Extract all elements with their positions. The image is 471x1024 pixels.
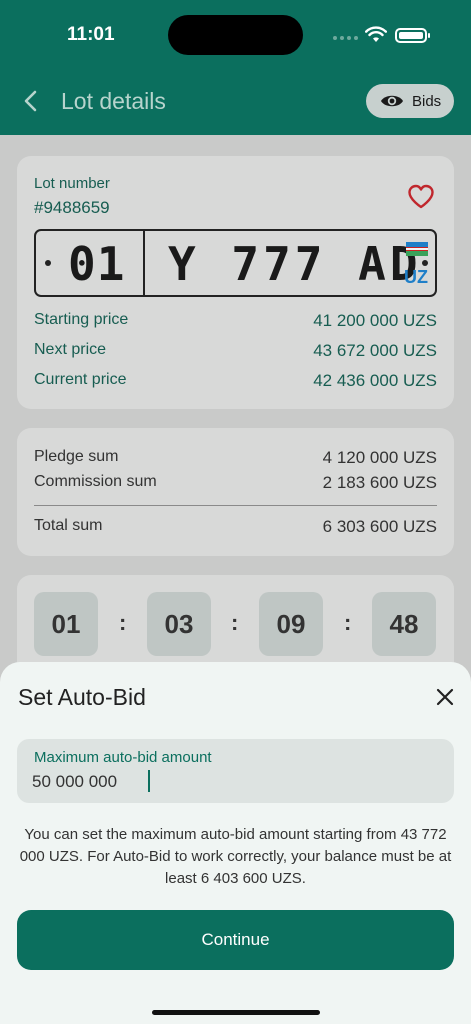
status-icons	[333, 26, 433, 46]
uzbekistan-flag-icon	[406, 242, 428, 256]
text-caret	[148, 770, 150, 792]
page-title: Lot details	[61, 88, 166, 114]
sum-label: Commission sum	[34, 473, 157, 490]
dynamic-island	[168, 15, 303, 55]
pledge-sum-row: Pledge sum 4 120 000 UZS	[34, 448, 437, 468]
sum-value: 2 183 600 UZS	[322, 473, 437, 492]
timer-hours: 03	[147, 592, 211, 656]
next-price-row: Next price 43 672 000 UZS	[34, 341, 437, 361]
sum-value: 4 120 000 UZS	[322, 448, 437, 467]
price-value: 42 436 000 UZS	[313, 371, 437, 390]
timer-days: 01	[34, 592, 98, 656]
divider	[34, 505, 437, 506]
timer-separator: :	[119, 610, 127, 635]
heart-icon[interactable]	[407, 184, 435, 210]
max-auto-bid-field[interactable]: Maximum auto-bid amount	[17, 739, 454, 803]
battery-icon	[395, 28, 430, 43]
plate-number: Y 777 AD	[168, 237, 422, 291]
sum-value: 6 303 600 UZS	[322, 517, 437, 536]
plate-dot	[45, 260, 51, 266]
bids-button[interactable]: Bids	[366, 84, 454, 118]
license-plate: 01 Y 777 AD UZ	[34, 229, 437, 297]
plate-divider	[143, 231, 145, 295]
signal-icon	[333, 36, 358, 40]
app-header: 11:01 Lot details Bids	[0, 0, 471, 135]
plate-dot	[422, 260, 428, 266]
status-time: 11:01	[67, 24, 115, 45]
current-price-row: Current price 42 436 000 UZS	[34, 371, 437, 391]
timer-minutes: 09	[259, 592, 323, 656]
sum-label: Pledge sum	[34, 448, 119, 465]
commission-sum-row: Commission sum 2 183 600 UZS	[34, 473, 437, 493]
timer-seconds: 48	[372, 592, 436, 656]
price-value: 43 672 000 UZS	[313, 341, 437, 360]
plate-region: 01	[68, 237, 126, 291]
continue-button[interactable]: Continue	[17, 910, 454, 970]
sum-label: Total sum	[34, 517, 103, 534]
max-auto-bid-input[interactable]	[32, 769, 432, 795]
chevron-left-icon	[24, 90, 37, 112]
price-label: Current price	[34, 371, 127, 388]
bids-label: Bids	[412, 92, 442, 110]
timer-separator: :	[231, 610, 239, 635]
back-button[interactable]	[18, 86, 46, 116]
auto-bid-sheet: Set Auto-Bid Maximum auto-bid amount You…	[0, 662, 471, 1024]
sums-card: Pledge sum 4 120 000 UZS Commission sum …	[17, 428, 454, 556]
lot-number: #9488659	[34, 198, 110, 217]
lot-number-label: Lot number	[34, 175, 110, 192]
timer-separator: :	[344, 610, 352, 635]
auto-bid-hint: You can set the maximum auto-bid amount …	[19, 826, 452, 887]
field-label: Maximum auto-bid amount	[34, 749, 212, 766]
price-label: Starting price	[34, 311, 129, 328]
starting-price-row: Starting price 41 200 000 UZS	[34, 311, 437, 331]
price-label: Next price	[34, 341, 107, 358]
sheet-title: Set Auto-Bid	[18, 684, 146, 710]
plate-country: UZ	[404, 267, 428, 287]
eye-icon	[381, 95, 403, 107]
total-sum-row: Total sum 6 303 600 UZS	[34, 517, 437, 537]
close-icon[interactable]	[433, 685, 457, 709]
wifi-icon	[365, 26, 387, 42]
lot-card: Lot number #9488659 01 Y 777 AD UZ Start…	[17, 156, 454, 409]
home-indicator	[152, 1010, 320, 1015]
price-value: 41 200 000 UZS	[313, 311, 437, 330]
